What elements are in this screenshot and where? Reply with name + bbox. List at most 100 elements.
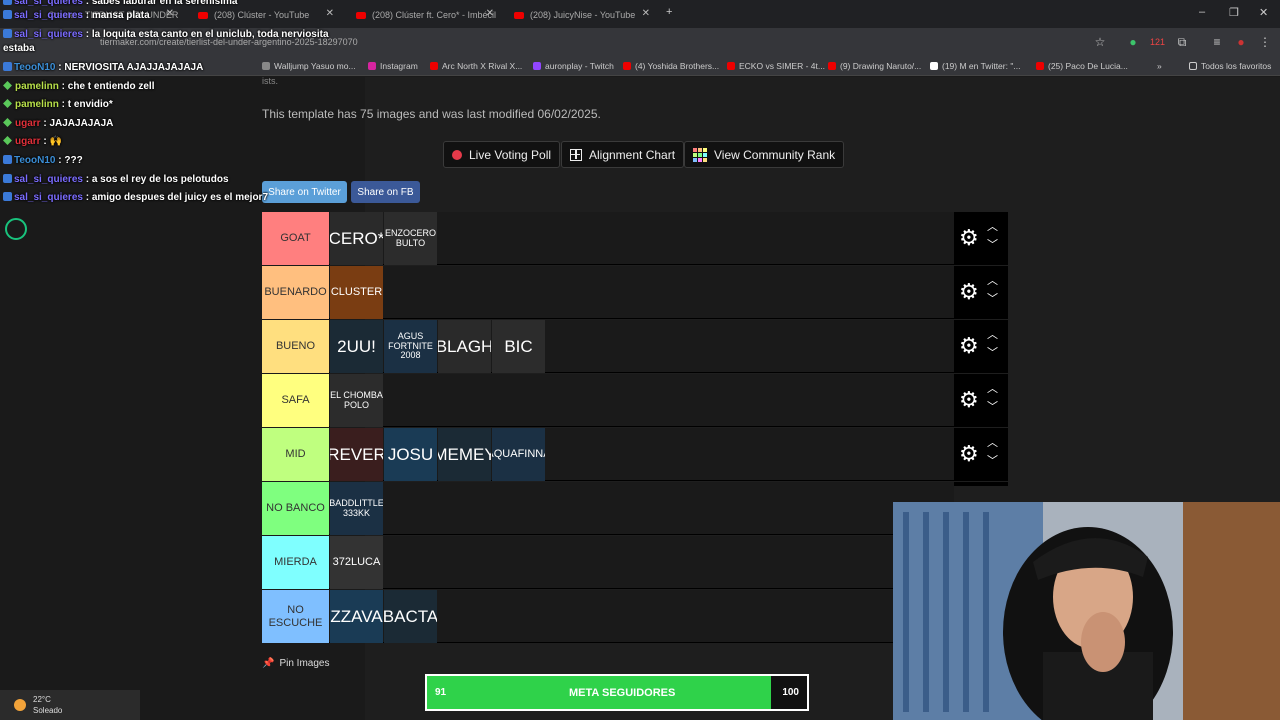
chat-username[interactable]: pamelinn xyxy=(15,99,59,110)
move-up-icon[interactable]: ︿ xyxy=(987,384,998,395)
media-icon[interactable]: ≡ xyxy=(1210,35,1224,49)
profile-icon[interactable]: ● xyxy=(1234,35,1248,49)
move-down-icon[interactable]: ﹀ xyxy=(987,348,998,359)
move-down-icon[interactable]: ﹀ xyxy=(987,294,998,305)
chevron-right-icon[interactable]: » xyxy=(1157,61,1162,71)
gear-icon[interactable]: ⚙ xyxy=(959,227,979,249)
move-down-icon[interactable]: ﹀ xyxy=(987,456,998,467)
chat-text: 🙌 xyxy=(49,136,62,147)
extension-icon[interactable]: ● xyxy=(1126,35,1140,49)
chat-separator: : xyxy=(82,29,92,40)
tier-item[interactable]: BIC xyxy=(492,320,545,373)
pin-icon: 📌 xyxy=(262,658,275,669)
move-down-icon[interactable]: ﹀ xyxy=(987,240,998,251)
tier-item[interactable]: 372LUCA xyxy=(330,536,383,589)
restore-icon[interactable]: ❐ xyxy=(1229,6,1239,19)
new-tab-icon[interactable]: + xyxy=(666,6,672,18)
chat-username[interactable]: ugarr xyxy=(15,136,41,147)
gear-icon[interactable]: ⚙ xyxy=(959,335,979,357)
bookmark-label: Todos los favoritos xyxy=(1201,61,1272,71)
tab-cluster-cero[interactable]: (208) Clúster ft. Cero* - Imbécil ✕ xyxy=(348,4,500,26)
chat-message: sal_si_quieres : sabes laburar en la ser… xyxy=(3,0,237,7)
tier-item[interactable]: MEMEY xyxy=(438,428,491,481)
pin-images[interactable]: 📌 Pin Images xyxy=(262,658,329,669)
chat-message: TeooN10 : NERVIOSITA AJAJJAJAJAJA xyxy=(3,62,203,73)
chatgpt-icon[interactable] xyxy=(5,218,27,240)
tier-item[interactable]: ENZOCERO BULTO xyxy=(384,212,437,265)
move-up-icon[interactable]: ︿ xyxy=(987,222,998,233)
bookmark-folder[interactable]: Todos los favoritos xyxy=(1189,61,1271,71)
grid-icon xyxy=(570,148,582,161)
bookmark-item[interactable]: (19) M en Twitter: "... xyxy=(930,61,1020,71)
puzzle-icon[interactable]: ⧉ xyxy=(1175,35,1189,49)
gear-icon[interactable]: ⚙ xyxy=(959,281,979,303)
tier-item[interactable]: ZZAVA xyxy=(330,590,383,643)
move-up-icon[interactable]: ︿ xyxy=(987,438,998,449)
chat-message: sal_si_quieres : a sos el rey de los pel… xyxy=(3,174,229,185)
live-voting-poll-button[interactable]: Live Voting Poll xyxy=(443,141,561,168)
bookmark-item[interactable]: (25) Paco De Lucia... xyxy=(1036,61,1128,71)
chat-username[interactable]: sal_si_quieres xyxy=(14,10,83,21)
chat-username[interactable]: pamelinn xyxy=(15,81,59,92)
bookmark-item[interactable]: (9) Drawing Naruto/... xyxy=(828,61,921,71)
chat-username[interactable]: TeooN10 xyxy=(14,62,56,73)
tier-item[interactable]: CLUSTER xyxy=(330,266,383,319)
chat-username[interactable]: ugarr xyxy=(15,118,41,129)
gear-icon[interactable]: ⚙ xyxy=(959,389,979,411)
chat-username[interactable]: sal_si_quieres xyxy=(14,0,83,7)
tier-label[interactable]: BUENARDO xyxy=(262,266,329,319)
chat-username[interactable]: sal_si_quieres xyxy=(14,29,83,40)
twitch-icon xyxy=(533,62,541,70)
chat-text: la loquita esta canto en el uniclub, tod… xyxy=(91,29,329,40)
subscriber-badge-icon xyxy=(3,62,12,71)
tier-label[interactable]: MIERDA xyxy=(262,536,329,589)
goal-target: 100 xyxy=(782,687,799,698)
tier-label[interactable]: NO ESCUCHE xyxy=(262,590,329,643)
minimize-icon[interactable]: – xyxy=(1199,6,1205,18)
bookmark-item[interactable]: ECKO vs SIMER - 4t... xyxy=(727,61,825,71)
extension-badge[interactable]: 121 xyxy=(1150,35,1165,49)
move-up-icon[interactable]: ︿ xyxy=(987,330,998,341)
tier-label[interactable]: BUENO xyxy=(262,320,329,373)
chat-text: che t entiendo zell xyxy=(67,81,155,92)
tier-label[interactable]: SAFA xyxy=(262,374,329,427)
tier-item[interactable]: REVER xyxy=(330,428,383,481)
tier-item[interactable]: BLAGH xyxy=(438,320,491,373)
chat-username[interactable]: sal_si_quieres xyxy=(14,174,83,185)
bookmark-item[interactable]: Instagram xyxy=(368,61,418,71)
tier-item[interactable]: BADDLITTLE 333KK xyxy=(330,482,383,535)
chat-text: amigo despues del juicy es el mejor7 xyxy=(91,192,269,203)
move-down-icon[interactable]: ﹀ xyxy=(987,402,998,413)
tab-juicynise[interactable]: (208) JuicyNise - YouTube ✕ xyxy=(506,4,656,26)
bookmark-star-icon[interactable]: ☆ xyxy=(1093,35,1107,49)
tier-item[interactable]: AGUS FORTNITE 2008 xyxy=(384,320,437,373)
gear-icon[interactable]: ⚙ xyxy=(959,443,979,465)
tier-item[interactable]: CERO* xyxy=(330,212,383,265)
tier-label[interactable]: GOAT xyxy=(262,212,329,265)
chat-text: NERVIOSITA AJAJJAJAJAJA xyxy=(64,62,204,73)
chat-separator: : xyxy=(82,0,92,7)
tier-item[interactable]: JOSU xyxy=(384,428,437,481)
weather-widget[interactable]: 22°C Soleado xyxy=(0,690,140,720)
view-community-rank-button[interactable]: View Community Rank xyxy=(684,141,845,168)
close-icon[interactable]: ✕ xyxy=(486,8,494,19)
chat-message: ugarr : JAJAJAJAJA xyxy=(3,118,113,129)
chat-username[interactable]: TeooN10 xyxy=(14,155,56,166)
close-window-icon[interactable]: ✕ xyxy=(1259,6,1268,19)
youtube-icon xyxy=(828,62,836,70)
tier-item[interactable]: 2UU! xyxy=(330,320,383,373)
chat-username[interactable]: sal_si_quieres xyxy=(14,192,83,203)
bookmark-item[interactable]: auronplay - Twitch xyxy=(533,61,614,71)
bookmark-item[interactable]: (4) Yoshida Brothers... xyxy=(623,61,719,71)
close-icon[interactable]: ✕ xyxy=(642,8,650,19)
menu-icon[interactable]: ⋮ xyxy=(1258,35,1272,49)
alignment-chart-button[interactable]: Alignment Chart xyxy=(561,141,685,168)
tier-item[interactable]: BACTA xyxy=(384,590,437,643)
bookmark-item[interactable]: Arc North X Rival X... xyxy=(430,61,522,71)
chat-message: sal_si_quieres : la loquita esta canto e… xyxy=(3,29,329,40)
tier-item[interactable]: AQUAFINNA xyxy=(492,428,545,481)
move-up-icon[interactable]: ︿ xyxy=(987,276,998,287)
tier-label[interactable]: NO BANCO xyxy=(262,482,329,535)
tier-label[interactable]: MID xyxy=(262,428,329,481)
tier-item[interactable]: EL CHOMBA POLO xyxy=(330,374,383,427)
